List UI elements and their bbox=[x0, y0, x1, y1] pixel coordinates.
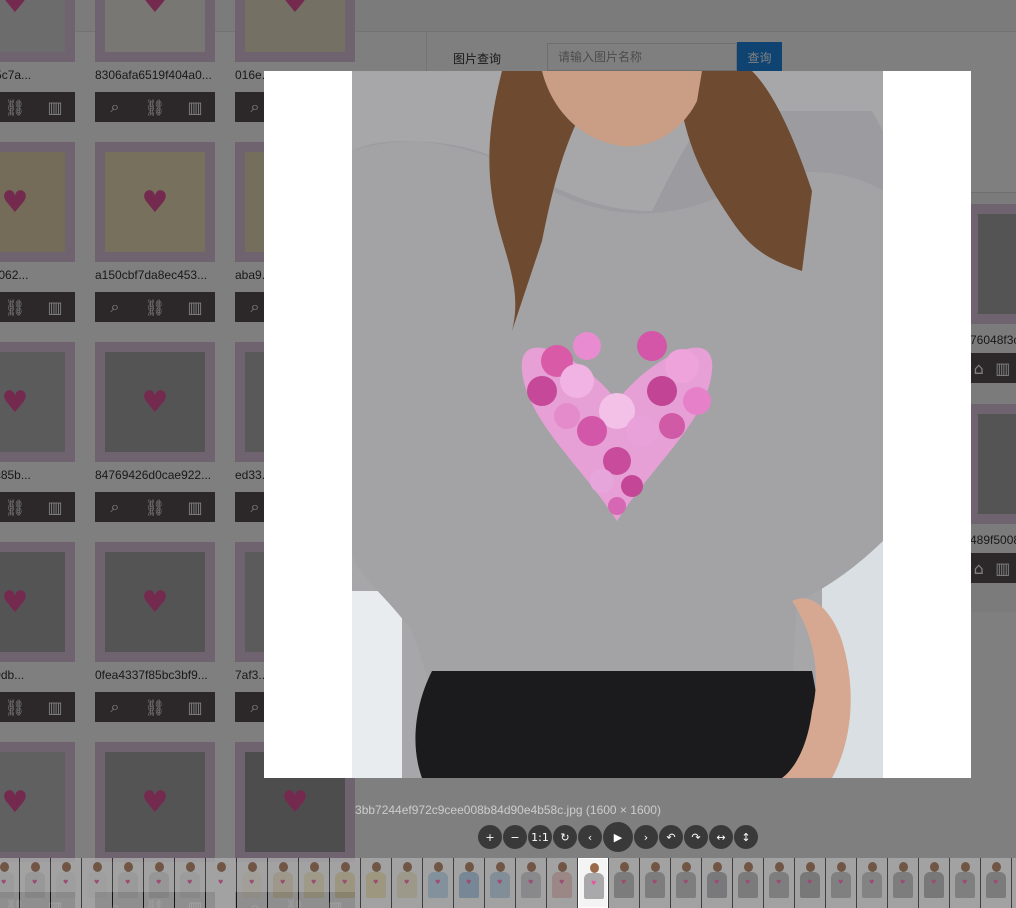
navbar-thumbnail[interactable]: ♥ bbox=[175, 858, 205, 908]
navbar-thumbnail[interactable]: ♥ bbox=[392, 858, 422, 908]
navbar-thumbnail[interactable]: ♥ bbox=[764, 858, 794, 908]
zoom-in-button[interactable]: + bbox=[478, 825, 502, 849]
zoom-out-button[interactable]: − bbox=[503, 825, 527, 849]
navbar-thumbnail[interactable]: ♥ bbox=[1012, 858, 1016, 908]
navbar-thumbnail[interactable]: ♥ bbox=[516, 858, 546, 908]
navbar-thumbnail[interactable]: ♥ bbox=[485, 858, 515, 908]
preview-photo-graphic bbox=[352, 71, 883, 778]
navbar-thumbnail[interactable]: ♥ bbox=[795, 858, 825, 908]
rotate-right-button[interactable]: ↷ bbox=[684, 825, 708, 849]
viewer-thumbnail-list: ♥♥♥♥♥♥♥♥♥♥♥♥♥♥♥♥♥♥♥♥♥♥♥♥♥♥♥♥♥♥♥♥♥♥ bbox=[0, 858, 1016, 908]
prev-button[interactable]: ‹ bbox=[578, 825, 602, 849]
navbar-thumbnail[interactable]: ♥ bbox=[733, 858, 763, 908]
viewer-navbar: ♥♥♥♥♥♥♥♥♥♥♥♥♥♥♥♥♥♥♥♥♥♥♥♥♥♥♥♥♥♥♥♥♥♥ bbox=[0, 858, 1016, 908]
navbar-thumbnail[interactable]: ♥ bbox=[454, 858, 484, 908]
navbar-thumbnail[interactable]: ♥ bbox=[919, 858, 949, 908]
viewer-canvas bbox=[264, 71, 971, 778]
rotate-left-button[interactable]: ↶ bbox=[659, 825, 683, 849]
navbar-thumbnail[interactable]: ♥ bbox=[299, 858, 329, 908]
image-caption: 3bb7244ef972c9cee008b84d90e4b58c.jpg (16… bbox=[355, 803, 661, 817]
flip-vertical-button[interactable]: ↕ bbox=[734, 825, 758, 849]
reset-button[interactable]: ↻ bbox=[553, 825, 577, 849]
navbar-thumbnail[interactable]: ♥ bbox=[82, 858, 112, 908]
navbar-thumbnail[interactable]: ♥ bbox=[268, 858, 298, 908]
viewer-toolbar: + −1:1 ↻ ‹ ▶ › ↶ ↷ ↔ ↕ bbox=[478, 822, 758, 852]
navbar-thumbnail[interactable]: ♥ bbox=[20, 858, 50, 908]
navbar-thumbnail[interactable]: ♥ bbox=[237, 858, 267, 908]
navbar-thumbnail[interactable]: ♥ bbox=[361, 858, 391, 908]
preview-image[interactable] bbox=[352, 71, 883, 778]
navbar-thumbnail[interactable]: ♥ bbox=[206, 858, 236, 908]
navbar-thumbnail[interactable]: ♥ bbox=[640, 858, 670, 908]
navbar-thumbnail[interactable]: ♥ bbox=[857, 858, 887, 908]
navbar-thumbnail[interactable]: ♥ bbox=[547, 858, 577, 908]
navbar-thumbnail[interactable]: ♥ bbox=[330, 858, 360, 908]
navbar-thumbnail[interactable]: ♥ bbox=[144, 858, 174, 908]
flip-horizontal-button[interactable]: ↔ bbox=[709, 825, 733, 849]
navbar-thumbnail[interactable]: ♥ bbox=[113, 858, 143, 908]
navbar-thumbnail[interactable]: ♥ bbox=[51, 858, 81, 908]
navbar-thumbnail[interactable]: ♥ bbox=[671, 858, 701, 908]
navbar-thumbnail[interactable]: ♥ bbox=[826, 858, 856, 908]
one-to-one-button[interactable]: 1:1 bbox=[528, 825, 552, 849]
navbar-thumbnail[interactable]: ♥ bbox=[888, 858, 918, 908]
navbar-thumbnail[interactable]: ♥ bbox=[609, 858, 639, 908]
navbar-thumbnail[interactable]: ♥ bbox=[702, 858, 732, 908]
navbar-thumbnail[interactable]: ♥ bbox=[981, 858, 1011, 908]
navbar-thumbnail[interactable]: ♥ bbox=[423, 858, 453, 908]
play-button[interactable]: ▶ bbox=[603, 822, 633, 852]
next-button[interactable]: › bbox=[634, 825, 658, 849]
navbar-thumbnail[interactable]: ♥ bbox=[578, 858, 608, 908]
navbar-thumbnail[interactable]: ♥ bbox=[950, 858, 980, 908]
navbar-thumbnail[interactable]: ♥ bbox=[0, 858, 19, 908]
